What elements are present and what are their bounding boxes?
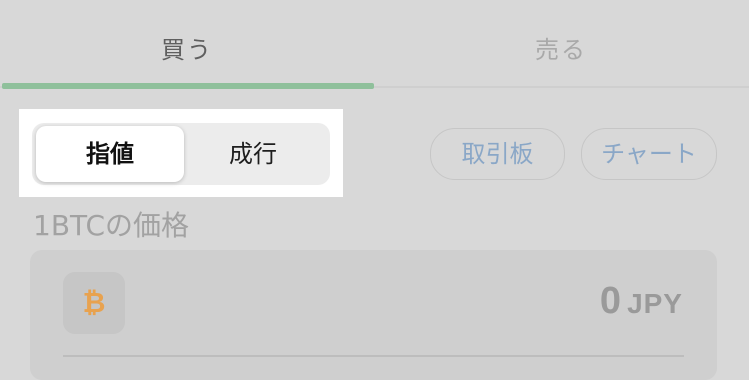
tab-buy[interactable]: 買う xyxy=(0,30,374,65)
order-book-button[interactable]: 取引板 xyxy=(430,128,565,180)
coin-badge: ₿ xyxy=(63,272,125,334)
bitcoin-icon: ₿ xyxy=(82,286,106,319)
tab-sell[interactable]: 売る xyxy=(374,30,748,65)
price-label: 1BTCの価格 xyxy=(33,209,190,242)
buy-sell-tabs: 買う 売る xyxy=(0,0,749,90)
price-value: 0 xyxy=(599,280,622,322)
price-input-card: ₿ 0 JPY xyxy=(30,250,717,380)
tab-active-indicator xyxy=(2,83,374,89)
card-divider xyxy=(63,355,684,357)
price-unit: JPY xyxy=(627,288,683,319)
order-type-segmented-control: 指値 成行 xyxy=(32,123,330,185)
price-input[interactable]: 0 JPY xyxy=(600,280,683,323)
chart-button[interactable]: チャート xyxy=(581,128,717,180)
order-type-limit-button[interactable]: 指値 xyxy=(36,126,184,182)
order-type-market-button[interactable]: 成行 xyxy=(180,126,326,182)
